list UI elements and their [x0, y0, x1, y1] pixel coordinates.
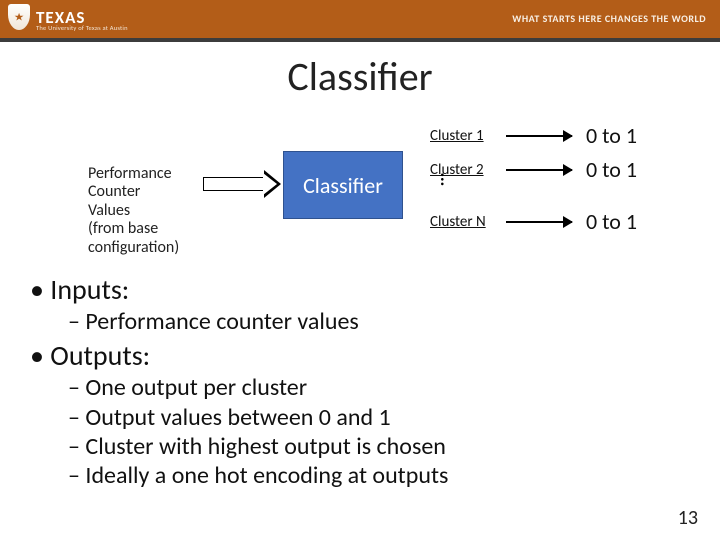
slide: ★ TEXAS The University of Texas at Austi…	[0, 0, 720, 540]
accent-bar	[0, 38, 720, 42]
arrow-right-icon	[506, 135, 572, 137]
classifier-box: Classifier	[283, 151, 403, 219]
output-row-n: Cluster N 0 to 1	[430, 208, 637, 235]
bullet-outputs: Outputs:	[30, 338, 690, 373]
arrow-input-icon	[203, 175, 281, 193]
output-range: 0 to 1	[586, 208, 637, 235]
body-text: Inputs: Performance counter values Outpu…	[30, 270, 690, 490]
output-label: Cluster N	[430, 213, 508, 231]
bullet-inputs: Inputs:	[30, 272, 690, 307]
arrow-right-icon	[506, 221, 572, 223]
tagline: WHAT STARTS HERE CHANGES THE WORLD	[512, 12, 706, 25]
bullet-outputs-sub2: Output values between 0 and 1	[68, 403, 690, 432]
output-range: 0 to 1	[586, 156, 637, 183]
output-label: Cluster 1	[430, 127, 508, 145]
output-row-1: Cluster 1 0 to 1	[430, 122, 637, 149]
bullet-outputs-sub1: One output per cluster	[68, 373, 690, 402]
slide-title: Classifier	[0, 52, 720, 101]
diagram-input-label: Performance Counter Values (from base co…	[88, 165, 179, 257]
bullet-outputs-sub3: Cluster with highest output is chosen	[68, 432, 690, 461]
arrow-right-icon	[506, 169, 572, 171]
page-number: 13	[678, 506, 698, 530]
output-range: 0 to 1	[586, 122, 637, 149]
bullet-outputs-sub4: Ideally a one hot encoding at outputs	[68, 461, 690, 490]
shield-icon: ★	[8, 4, 30, 30]
bullet-inputs-sub1: Performance counter values	[68, 307, 690, 336]
logo-subline: The University of Texas at Austin	[36, 24, 128, 32]
shield-glyph: ★	[15, 12, 24, 23]
ellipsis: ...	[435, 172, 462, 186]
